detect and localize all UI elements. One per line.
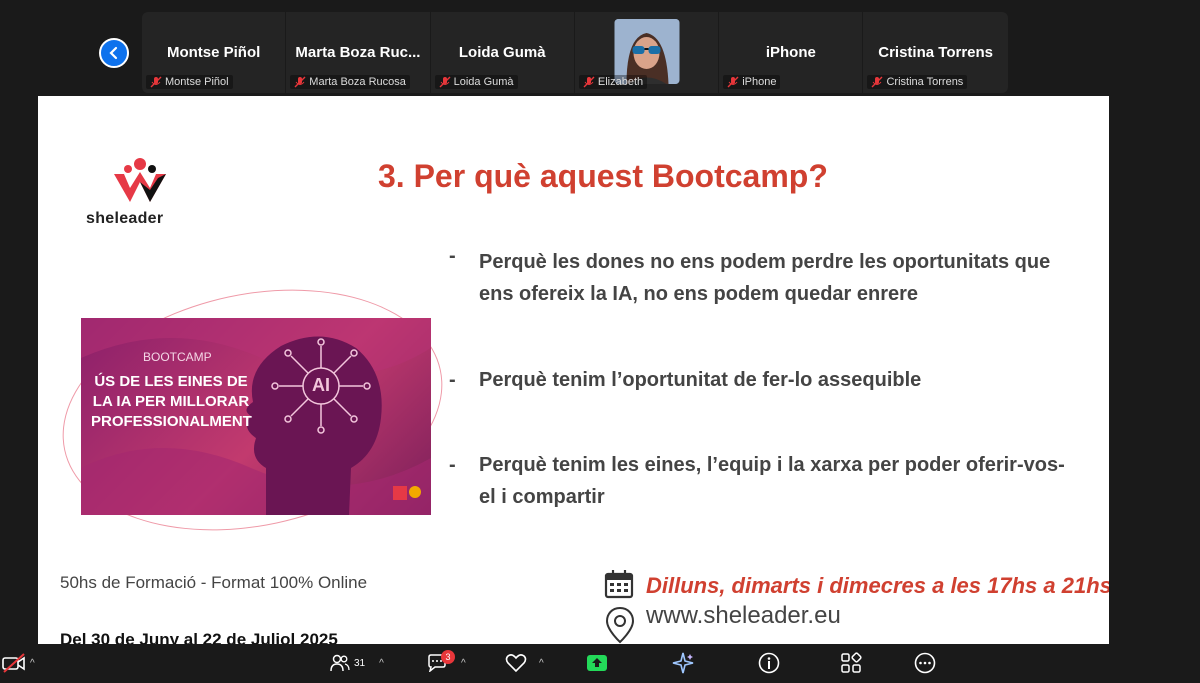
participants-count: 31	[354, 657, 366, 669]
sparkle-icon	[672, 652, 694, 674]
participant-tile[interactable]: Loida Gumà Loida Gumà	[431, 12, 575, 93]
mic-muted-icon	[439, 76, 451, 88]
participants-button[interactable]: 31 ^	[330, 648, 384, 678]
participant-strip: Montse Piñol Montse Piñol Marta Boza Ruc…	[142, 12, 1008, 93]
mic-muted-icon	[294, 76, 306, 88]
apps-icon	[841, 652, 862, 673]
more-icon	[914, 652, 936, 674]
mic-muted-icon	[871, 76, 883, 88]
participant-tile[interactable]: Elizabeth	[575, 12, 720, 93]
participant-label: Montse Piñol	[146, 75, 233, 89]
share-screen-icon	[587, 655, 607, 671]
participant-tile[interactable]: Cristina Torrens Cristina Torrens	[863, 12, 1007, 93]
chat-button[interactable]: 3 ^	[427, 648, 466, 678]
participant-label: Elizabeth	[578, 75, 648, 89]
chevron-up-icon[interactable]: ^	[539, 658, 544, 669]
more-button[interactable]	[914, 648, 936, 678]
ai-companion-button[interactable]	[672, 648, 694, 678]
participant-label: Loida Gumà	[434, 75, 518, 89]
participant-tile[interactable]: iPhone iPhone	[719, 12, 864, 93]
apps-button[interactable]	[840, 648, 862, 678]
mic-muted-icon	[583, 76, 595, 88]
chevron-up-icon[interactable]: ^	[30, 658, 35, 669]
heart-icon	[505, 654, 527, 673]
info-icon	[758, 652, 780, 674]
meeting-toolbar: ^ 31 ^ 3 ^ ^	[0, 644, 1200, 683]
training-format: 50hs de Formació - Format 100% Online	[60, 573, 368, 592]
video-off-icon	[2, 653, 25, 673]
participant-name: Loida Gumà	[458, 44, 546, 61]
participant-label: Cristina Torrens	[867, 75, 968, 89]
mic-muted-icon	[150, 76, 162, 88]
participants-icon	[330, 654, 350, 672]
slide-title: 3. Per què aquest Bootcamp?	[378, 158, 828, 194]
back-button[interactable]	[99, 38, 129, 68]
participant-name: Marta Boza Ruc...	[295, 44, 421, 61]
participant-tile[interactable]: Montse Piñol Montse Piñol	[142, 12, 287, 93]
chevron-up-icon[interactable]: ^	[461, 658, 466, 669]
participant-label: Marta Boza Rucosa	[290, 75, 410, 89]
participant-label: iPhone	[723, 75, 781, 89]
video-button[interactable]: ^	[2, 648, 35, 678]
participant-name: iPhone	[765, 44, 816, 61]
reactions-button[interactable]: ^	[505, 648, 544, 678]
location-pin-icon	[605, 606, 635, 644]
chevron-up-icon[interactable]: ^	[379, 658, 384, 669]
schedule-text: Dilluns, dimarts i dimecres a les 17hs a…	[646, 573, 1109, 598]
mic-muted-icon	[727, 76, 739, 88]
participant-tile[interactable]: Marta Boza Ruc... Marta Boza Rucosa	[286, 12, 431, 93]
participant-name: Cristina Torrens	[878, 44, 993, 61]
website-text: www.sheleader.eu	[646, 602, 841, 629]
logo-text: sheleader	[86, 210, 164, 227]
banner-kicker: BOOTCAMP	[143, 350, 212, 364]
banner-title: ÚS DE LES EINES DE LA IA PER MILLORAR PR…	[91, 373, 252, 430]
info-button[interactable]	[758, 648, 780, 678]
bootcamp-banner: AI BOOTCAMP ÚS DE LES EINES DE LA IA PER…	[81, 318, 431, 515]
shared-screen-slide: sheleader 3. Per què aquest Bootcamp? - …	[38, 96, 1109, 644]
participant-name: Montse Piñol	[166, 44, 261, 61]
course-dates: Del 30 de Juny al 22 de Juliol 2025	[60, 630, 338, 644]
chat-unread-badge: 3	[441, 650, 455, 664]
chevron-left-icon	[109, 46, 118, 60]
banner-ai-label: AI	[312, 375, 330, 395]
calendar-icon	[604, 570, 634, 599]
share-screen-button[interactable]	[586, 648, 608, 678]
